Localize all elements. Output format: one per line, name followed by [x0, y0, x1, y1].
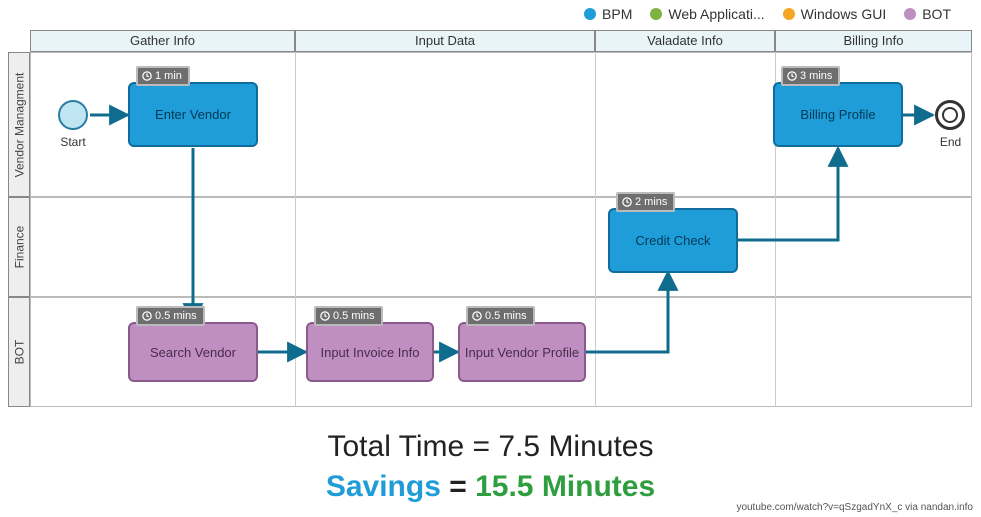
task-label: Input Invoice Info: [320, 345, 419, 360]
equals: =: [449, 470, 475, 503]
start-event: [58, 100, 88, 130]
task-credit-check: 2 mins Credit Check: [608, 208, 738, 273]
duration-badge: 2 mins: [616, 192, 675, 212]
phase-header-billing: Billing Info: [775, 30, 972, 52]
duration-badge: 0.5 mins: [466, 306, 535, 326]
legend-item-bot: BOT: [904, 6, 951, 22]
task-input-vendor-profile: 0.5 mins Input Vendor Profile: [458, 322, 586, 382]
duration-badge: 0.5 mins: [314, 306, 383, 326]
legend-label: Web Applicati...: [668, 6, 764, 22]
phase-header-gather: Gather Info: [30, 30, 295, 52]
task-label: Billing Profile: [800, 107, 875, 122]
legend-dot: [650, 8, 662, 20]
task-billing-profile: 3 mins Billing Profile: [773, 82, 903, 147]
savings-label: Savings: [326, 470, 441, 503]
legend-dot: [584, 8, 596, 20]
clock-icon: [320, 311, 330, 321]
task-label: Search Vendor: [150, 345, 236, 360]
total-time-summary: Total Time = 7.5 Minutes: [0, 430, 981, 464]
phase-header-validate: Valadate Info: [595, 30, 775, 52]
end-label: End: [933, 135, 968, 149]
legend-item-bpm: BPM: [584, 6, 632, 22]
legend-label: BPM: [602, 6, 632, 22]
duration-badge: 3 mins: [781, 66, 840, 86]
duration-badge: 1 min: [136, 66, 190, 86]
savings-summary: Savings = 15.5 Minutes: [0, 470, 981, 504]
clock-icon: [142, 311, 152, 321]
savings-value: 15.5 Minutes: [475, 470, 655, 503]
legend-item-web: Web Applicati...: [650, 6, 764, 22]
task-input-invoice: 0.5 mins Input Invoice Info: [306, 322, 434, 382]
task-label: Credit Check: [635, 233, 710, 248]
legend-dot: [783, 8, 795, 20]
total-label: Total Time: [327, 430, 464, 463]
lane-finance: [30, 197, 972, 297]
swimlane-diagram: Gather Info Input Data Valadate Info Bil…: [8, 30, 973, 425]
lane-label-finance: Finance: [8, 197, 30, 297]
clock-icon: [787, 71, 797, 81]
lane-label-vendor: Vendor Managment: [8, 52, 30, 197]
clock-icon: [472, 311, 482, 321]
end-event: [935, 100, 965, 130]
legend: BPM Web Applicati... Windows GUI BOT: [584, 6, 951, 22]
legend-dot: [904, 8, 916, 20]
start-label: Start: [53, 135, 93, 149]
total-value: 7.5 Minutes: [498, 430, 653, 463]
equals: =: [473, 430, 499, 463]
legend-label: Windows GUI: [801, 6, 887, 22]
legend-item-windows: Windows GUI: [783, 6, 887, 22]
task-label: Input Vendor Profile: [465, 345, 579, 360]
phase-divider: [595, 52, 596, 407]
phase-divider: [295, 52, 296, 407]
task-search-vendor: 0.5 mins Search Vendor: [128, 322, 258, 382]
lane-label-bot: BOT: [8, 297, 30, 407]
legend-label: BOT: [922, 6, 951, 22]
duration-badge: 0.5 mins: [136, 306, 205, 326]
clock-icon: [622, 197, 632, 207]
task-label: Enter Vendor: [155, 107, 231, 122]
phase-header-input: Input Data: [295, 30, 595, 52]
attribution-text: youtube.com/watch?v=qSzgadYnX_c via nand…: [736, 502, 973, 513]
task-enter-vendor: 1 min Enter Vendor: [128, 82, 258, 147]
clock-icon: [142, 71, 152, 81]
